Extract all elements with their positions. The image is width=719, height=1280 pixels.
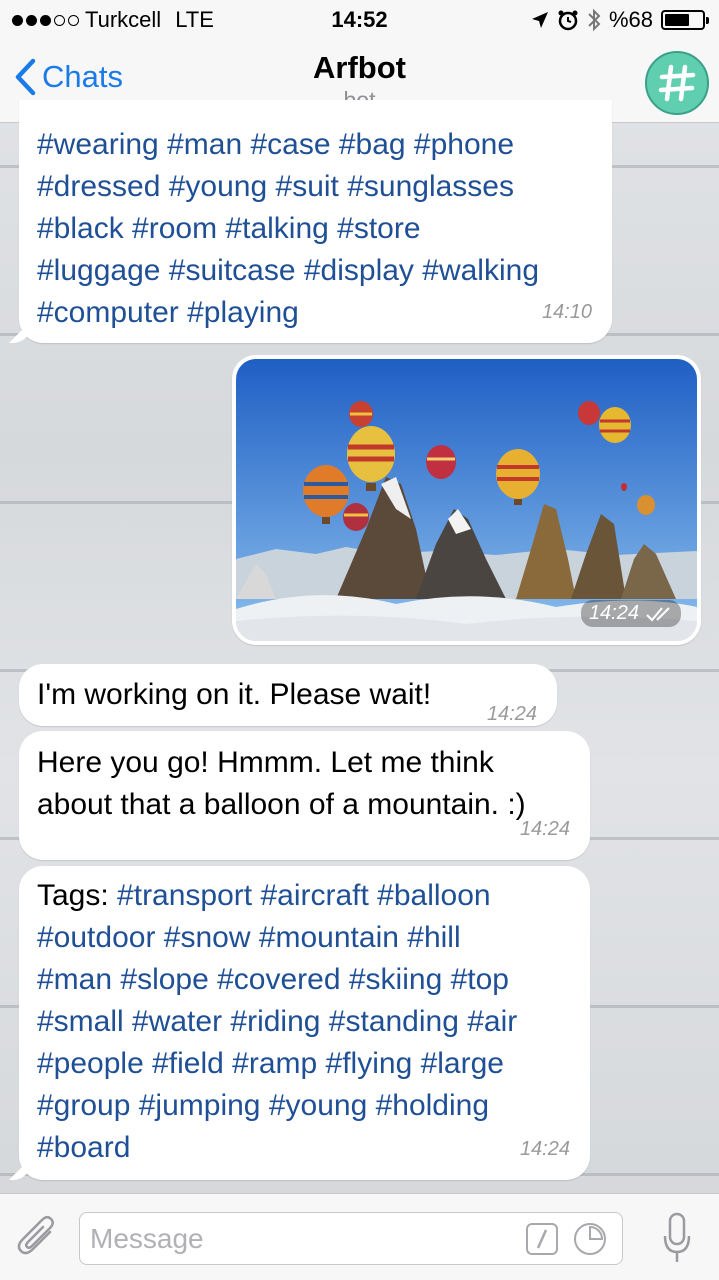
bluetooth-icon [588, 8, 601, 32]
photo-image[interactable]: 14:24 [236, 359, 697, 641]
tag-line[interactable]: #black #room #talking #store [37, 208, 539, 250]
tag-line[interactable]: #computer #playing [37, 292, 539, 334]
double-check-icon [646, 606, 670, 621]
tag-line[interactable]: #wearing #man #case #bag #phone [37, 124, 539, 166]
status-right: %68 [531, 7, 709, 33]
message-line: Here you go! Hmmm. Let me think [37, 746, 494, 779]
message-bubble: #wearing #man #case #bag #phone #dressed… [19, 100, 612, 343]
tag-line[interactable]: #outdoor #snow #mountain #hill [37, 917, 517, 959]
message-text: Tags: #transport #aircraft #balloon #out… [37, 875, 517, 1169]
balloon-9 [637, 495, 655, 515]
tag-line[interactable]: #people #field #ramp #flying #large [37, 1043, 517, 1085]
photo-message[interactable]: 14:24 [232, 355, 701, 645]
message-text: I'm working on it. Please wait! [37, 678, 432, 711]
photo-timestamp: 14:24 [580, 600, 681, 627]
message-text: #wearing #man #case #bag #phone #dressed… [37, 124, 539, 334]
tag-line[interactable]: #group #jumping #young #holding [37, 1085, 517, 1127]
balloon-4 [426, 445, 456, 479]
message-bubble: Here you go! Hmmm. Let me think about th… [19, 731, 590, 860]
tags-prefix: Tags: [37, 879, 118, 912]
sticker-icon[interactable] [574, 1223, 606, 1255]
status-bar: Turkcell LTE 14:52 %68 [0, 0, 719, 40]
balloon-8 [578, 401, 600, 425]
balloons-mountain-image [236, 359, 697, 641]
tag-line[interactable]: #luggage #suitcase #display #walking [37, 250, 539, 292]
tag-line[interactable]: #man #slope #covered #skiing #top [37, 959, 517, 1001]
message-text: Here you go! Hmmm. Let me think about th… [37, 742, 526, 826]
bot-avatar[interactable] [645, 51, 709, 115]
message-time: 14:24 [486, 703, 537, 725]
battery-percent: %68 [608, 7, 653, 32]
message-time: 14:24 [519, 818, 570, 840]
hashtag-icon [658, 64, 696, 102]
message-bubble: Tags: #transport #aircraft #balloon #out… [19, 866, 590, 1180]
balloon-5 [349, 401, 373, 427]
bot-command-icon[interactable] [526, 1223, 558, 1255]
balloon-10 [621, 483, 627, 491]
message-time: 14:10 [541, 301, 592, 323]
balloon-7 [599, 407, 631, 443]
message-line: about that a balloon of a mountain. :) [37, 788, 526, 821]
paperclip-icon[interactable] [16, 1214, 60, 1260]
message-placeholder: Message [90, 1223, 204, 1254]
microphone-icon[interactable] [663, 1212, 691, 1264]
battery-icon [661, 10, 709, 30]
message-time: 14:24 [519, 1138, 570, 1160]
tag-line[interactable]: #board [37, 1127, 517, 1169]
balloon-6 [343, 503, 369, 531]
alarm-icon [558, 10, 578, 31]
tag-line[interactable]: #small #water #riding #standing #air [37, 1001, 517, 1043]
message-input[interactable]: Message [79, 1212, 623, 1265]
tag-line[interactable]: #dressed #young #suit #sunglasses [37, 166, 539, 208]
message-bubble: I'm working on it. Please wait! 14:24 [19, 664, 557, 726]
tag-line[interactable]: #transport #aircraft #balloon [117, 879, 491, 912]
chat-title: Arfbot [313, 50, 406, 85]
input-bar: Message [0, 1193, 719, 1280]
photo-time: 14:24 [588, 602, 639, 624]
location-arrow-icon [531, 12, 548, 28]
